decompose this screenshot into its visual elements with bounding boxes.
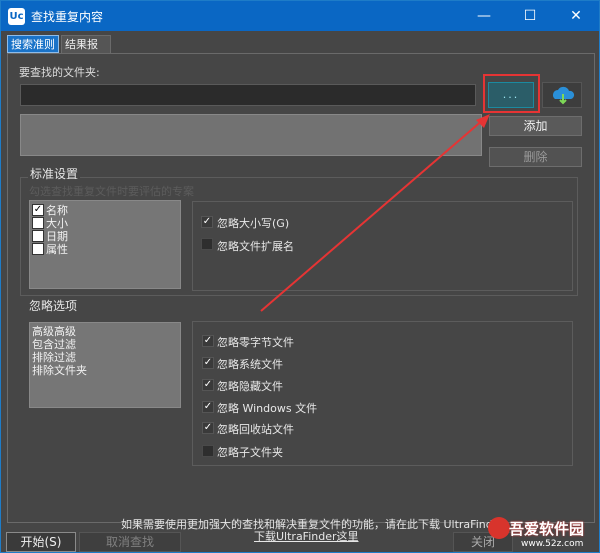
ignore-windows-checkbox[interactable]: ✓: [202, 401, 214, 413]
app-window: Uc 查找重复内容 — ☐ ✕ 搜索准则 结果报告 要查找的文件夹: ... 添…: [0, 0, 600, 553]
tab-search-rules[interactable]: 搜索准则: [7, 35, 59, 53]
watermark-logo-icon: [488, 517, 510, 539]
watermark-text: 吾爱软件园: [509, 520, 585, 538]
add-button[interactable]: 添加: [489, 116, 582, 136]
cancel-search-button[interactable]: 取消查找: [79, 532, 181, 552]
ignore-recycle-checkbox[interactable]: ✓: [202, 422, 214, 434]
list-item[interactable]: 排除文件夹: [32, 362, 87, 378]
close-window-icon[interactable]: ✕: [553, 1, 599, 31]
standard-settings-title: 标准设置: [28, 165, 81, 182]
ignore-option-label: 忽略回收站文件: [217, 423, 294, 436]
app-logo-icon: Uc: [8, 8, 25, 25]
folder-label: 要查找的文件夹:: [19, 66, 100, 79]
ignore-option-label: 忽略隐藏文件: [217, 380, 283, 393]
cloud-download-button[interactable]: [542, 82, 582, 108]
ignore-option-label: 忽略子文件夹: [217, 446, 283, 459]
ignore-subfolder-checkbox[interactable]: [202, 445, 214, 457]
criteria-checkbox-date[interactable]: [32, 230, 44, 242]
download-ultrafinder-link[interactable]: 下载UltraFinder这里: [254, 528, 359, 544]
ignore-ext-checkbox[interactable]: [201, 238, 213, 250]
folder-path-input[interactable]: [20, 84, 476, 106]
minimize-icon[interactable]: —: [461, 1, 507, 31]
criteria-list: ✓ 名称 大小 日期 属性: [29, 200, 181, 289]
watermark-url: www.52z.com: [521, 539, 584, 549]
delete-button[interactable]: 删除: [489, 147, 582, 167]
standard-settings-hint: 勾选查找重复文件时要评估的专案: [29, 185, 194, 198]
highlight-box: [483, 74, 540, 113]
ignore-option-label: 忽略 Windows 文件: [217, 402, 318, 415]
start-button[interactable]: 开始(S): [6, 532, 76, 552]
title-bar: Uc 查找重复内容 — ☐ ✕: [1, 1, 599, 31]
criteria-label: 属性: [46, 243, 68, 256]
window-title: 查找重复内容: [31, 10, 104, 24]
ignore-hidden-checkbox[interactable]: ✓: [202, 379, 214, 391]
ignore-option-label: 忽略系统文件: [217, 358, 283, 371]
tab-results-report[interactable]: 结果报告: [61, 35, 111, 68]
ignore-case-checkbox[interactable]: ✓: [201, 216, 213, 228]
ignore-zero-byte-checkbox[interactable]: ✓: [202, 335, 214, 347]
criteria-checkbox-name[interactable]: ✓: [32, 204, 44, 216]
ignore-option-label: 忽略零字节文件: [217, 336, 294, 349]
cloud-download-icon: [553, 86, 575, 105]
ignore-options-title: 忽略选项: [29, 299, 78, 313]
maximize-icon[interactable]: ☐: [507, 1, 553, 31]
criteria-checkbox-attr[interactable]: [32, 243, 44, 255]
criteria-checkbox-size[interactable]: [32, 217, 44, 229]
ignore-system-checkbox[interactable]: ✓: [202, 357, 214, 369]
annotation-arrow: [260, 114, 490, 312]
